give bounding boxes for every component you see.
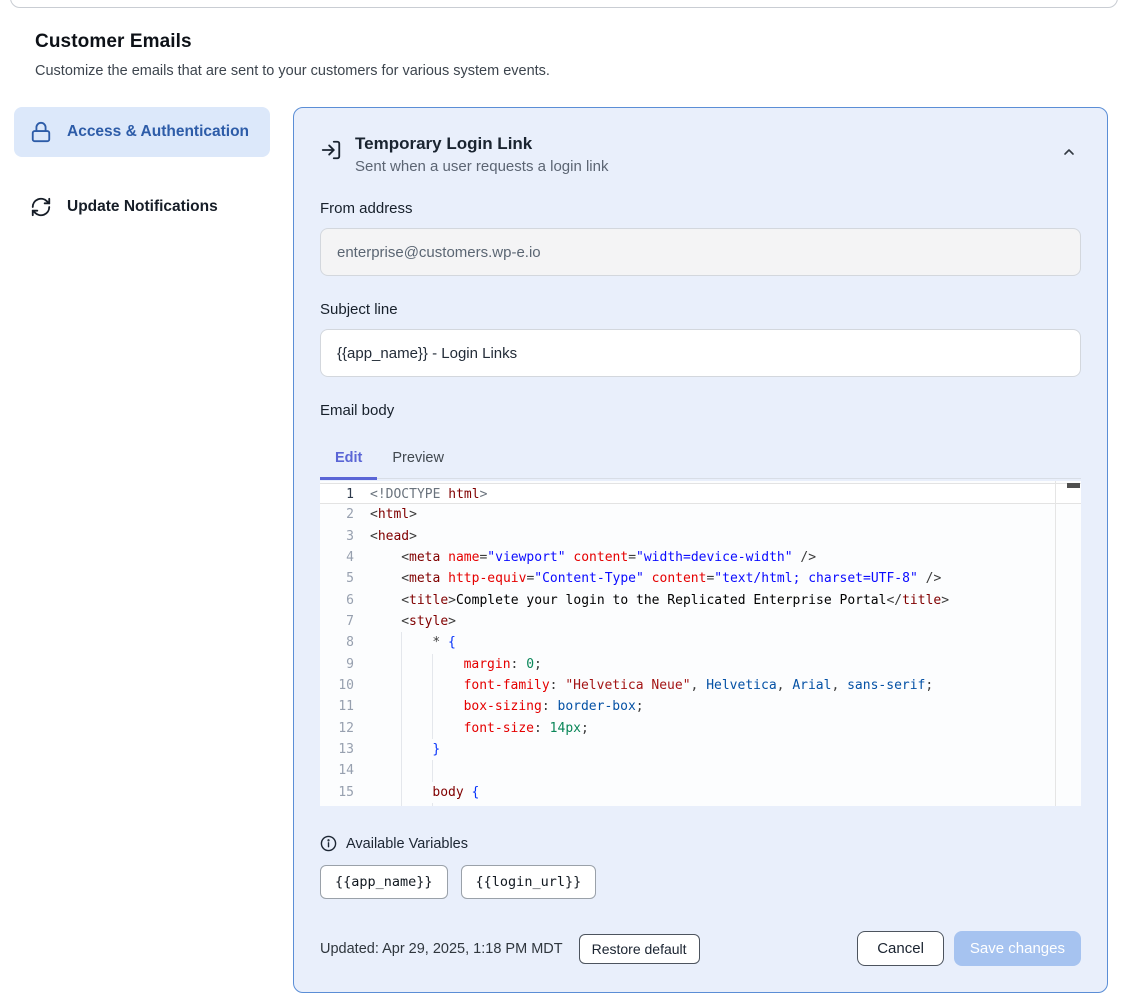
line-number: 15 xyxy=(320,782,370,803)
refresh-icon xyxy=(30,196,52,218)
code-line-6: 6<title>Complete your login to the Repli… xyxy=(320,590,1081,611)
line-number: 14 xyxy=(320,760,370,781)
line-number: 4 xyxy=(320,547,370,568)
line-number: 2 xyxy=(320,504,370,525)
line-number: 11 xyxy=(320,696,370,717)
code-line-8: 8* { xyxy=(320,632,1081,653)
from-address-label: From address xyxy=(320,200,1081,217)
previous-card-bottom-edge xyxy=(10,0,1118,8)
panel-footer: Updated: Apr 29, 2025, 1:18 PM MDT Resto… xyxy=(320,931,1081,966)
chevron-up-icon xyxy=(1061,144,1077,160)
editor-scrollbar[interactable] xyxy=(1055,481,1081,806)
code-line-15: 15body { xyxy=(320,782,1081,803)
email-body-label: Email body xyxy=(320,402,1081,419)
line-number: 10 xyxy=(320,675,370,696)
code-line-11: 11box-sizing: border-box; xyxy=(320,696,1081,717)
code-line-12: 12font-size: 14px; xyxy=(320,718,1081,739)
email-types-sidebar: Access & Authentication Update Notificat… xyxy=(14,107,270,232)
from-address-input xyxy=(320,228,1081,276)
code-line-13: 13} xyxy=(320,739,1081,760)
code-line-3: 3<head> xyxy=(320,526,1081,547)
lock-icon xyxy=(30,121,52,143)
panel-title-block: Temporary Login Link Sent when a user re… xyxy=(355,134,608,175)
subject-line-label: Subject line xyxy=(320,301,1081,318)
tab-preview[interactable]: Preview xyxy=(377,441,459,480)
line-number: 6 xyxy=(320,590,370,611)
code-line-14: 14 xyxy=(320,760,1081,781)
line-number: 3 xyxy=(320,526,370,547)
variable-chip-app-name[interactable]: {{app_name}} xyxy=(320,865,448,899)
code-editor[interactable]: 1<!DOCTYPE html>2<html>3<head>4<meta nam… xyxy=(320,481,1081,806)
editor-scrollbar-thumb[interactable] xyxy=(1067,483,1080,488)
panel-title: Temporary Login Link xyxy=(355,134,608,154)
page-title: Customer Emails xyxy=(35,31,1093,53)
info-icon xyxy=(320,835,337,852)
subject-line-input[interactable] xyxy=(320,329,1081,377)
variable-chips: {{app_name}} {{login_url}} xyxy=(320,865,1081,899)
code-line-7: 7<style> xyxy=(320,611,1081,632)
tab-edit[interactable]: Edit xyxy=(320,441,377,480)
sidebar-item-label: Access & Authentication xyxy=(67,123,249,141)
line-number: 12 xyxy=(320,718,370,739)
code-line-1: 1<!DOCTYPE html> xyxy=(320,483,1081,504)
email-body-tabs: Edit Preview xyxy=(320,441,1081,479)
cancel-button[interactable]: Cancel xyxy=(857,931,944,966)
panel-subtitle: Sent when a user requests a login link xyxy=(355,158,608,175)
line-number: 13 xyxy=(320,739,370,760)
line-number: 7 xyxy=(320,611,370,632)
log-in-icon xyxy=(320,139,342,161)
line-number: 1 xyxy=(320,484,370,503)
available-variables-label: Available Variables xyxy=(346,836,468,852)
page-subtitle: Customize the emails that are sent to yo… xyxy=(35,63,1093,79)
restore-default-button[interactable]: Restore default xyxy=(579,934,700,964)
line-number: 5 xyxy=(320,568,370,589)
collapse-button[interactable] xyxy=(1057,140,1081,164)
temporary-login-link-panel: Temporary Login Link Sent when a user re… xyxy=(293,107,1108,993)
sidebar-item-label: Update Notifications xyxy=(67,198,218,216)
code-line-2: 2<html> xyxy=(320,504,1081,525)
line-number: 8 xyxy=(320,632,370,653)
variable-chip-login-url[interactable]: {{login_url}} xyxy=(461,865,597,899)
updated-timestamp: Updated: Apr 29, 2025, 1:18 PM MDT xyxy=(320,941,563,957)
line-number: 9 xyxy=(320,654,370,675)
code-line-4: 4<meta name="viewport" content="width=de… xyxy=(320,547,1081,568)
code-line-10: 10font-family: "Helvetica Neue", Helveti… xyxy=(320,675,1081,696)
save-changes-button[interactable]: Save changes xyxy=(954,931,1081,966)
code-line-9: 9margin: 0; xyxy=(320,654,1081,675)
sidebar-item-update-notifications[interactable]: Update Notifications xyxy=(14,182,270,232)
code-editor-lines: 1<!DOCTYPE html>2<html>3<head>4<meta nam… xyxy=(320,483,1081,806)
code-line-16: 16background-color: #f6f9fc; xyxy=(320,803,1081,806)
sidebar-item-access-authentication[interactable]: Access & Authentication xyxy=(14,107,270,157)
line-number: 16 xyxy=(320,803,370,806)
page-header: Customer Emails Customize the emails tha… xyxy=(0,0,1128,79)
code-line-5: 5<meta http-equiv="Content-Type" content… xyxy=(320,568,1081,589)
